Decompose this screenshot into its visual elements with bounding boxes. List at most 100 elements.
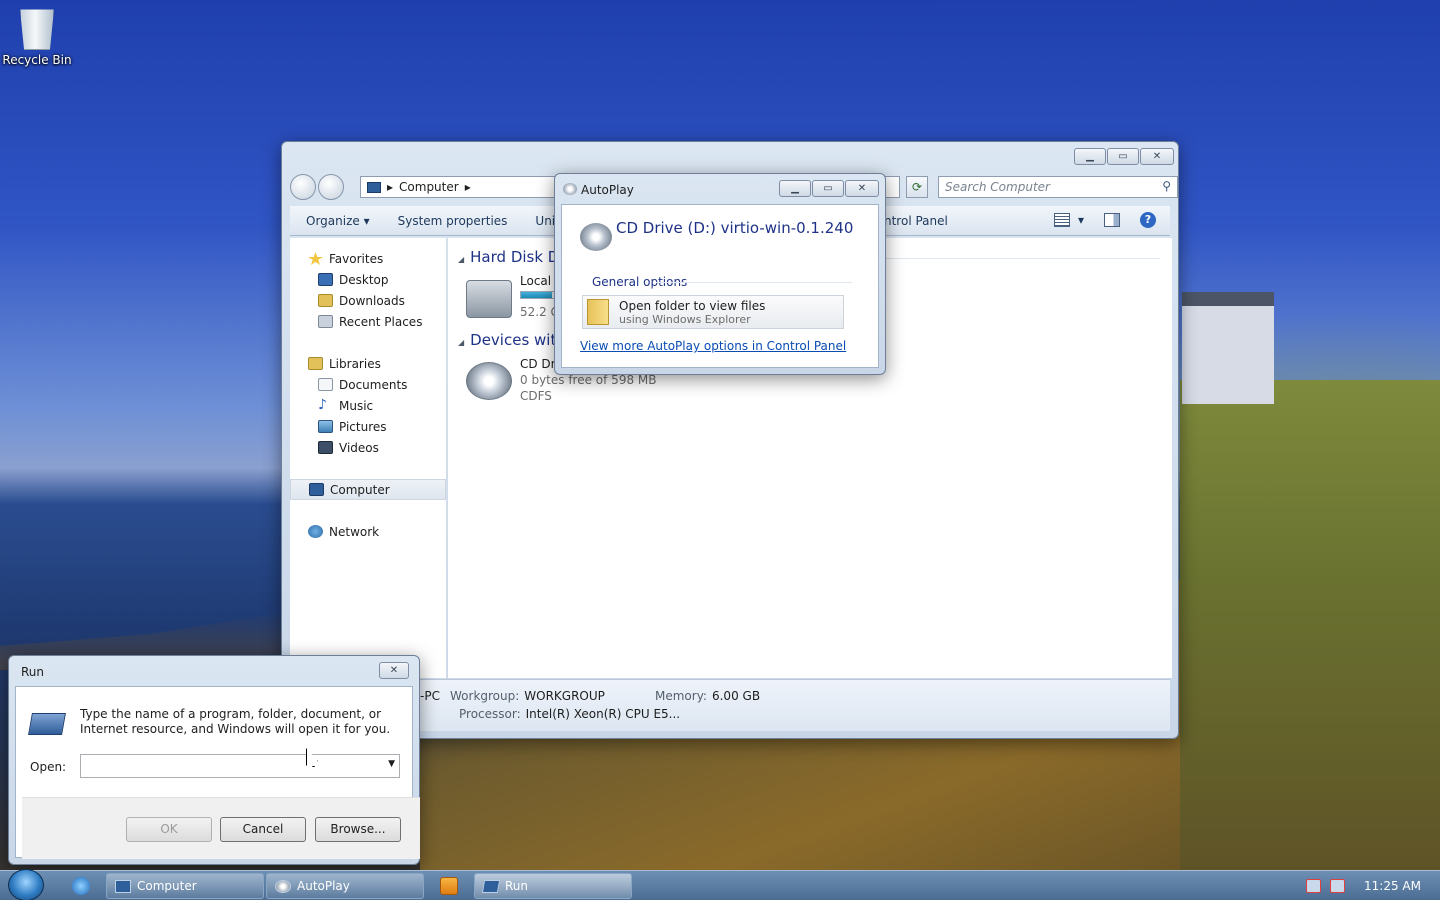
recent-places-icon	[318, 315, 333, 328]
taskbar-item-run[interactable]: Run	[474, 873, 632, 899]
change-view-button[interactable]: ▾	[1053, 213, 1084, 227]
sidebar-item-pictures[interactable]: Pictures	[290, 416, 446, 437]
cd-drive-icon[interactable]	[466, 362, 512, 400]
explorer-caption-buttons: ▁ ▭ ✕	[1074, 148, 1174, 165]
computer-icon	[309, 483, 324, 496]
recycle-bin-desktop-icon[interactable]: Recycle Bin	[2, 4, 72, 67]
chevron-down-icon: ▾	[1077, 213, 1084, 227]
breadcrumb-chevron-icon[interactable]: ▸	[465, 180, 471, 194]
search-input[interactable]: Search Computer ⚲	[938, 176, 1178, 198]
memory-value: 6.00 GB	[711, 689, 761, 703]
close-button[interactable]: ✕	[1140, 148, 1174, 165]
refresh-button[interactable]: ⟳	[906, 176, 928, 198]
sidebar-item-downloads[interactable]: Downloads	[290, 290, 446, 311]
sidebar-item-network[interactable]: Network	[290, 521, 446, 542]
processor-label: Processor:	[459, 707, 521, 721]
ok-button[interactable]: OK	[126, 817, 212, 842]
computer-name-suffix: -PC	[420, 689, 440, 703]
sidebar-item-desktop[interactable]: Desktop	[290, 269, 446, 290]
open-folder-option[interactable]: Open folder to view files using Windows …	[582, 295, 844, 329]
autoplay-caption-buttons: ▁ ▭ ✕	[779, 180, 879, 197]
run-icon	[481, 879, 501, 893]
desktop-icon	[318, 273, 333, 286]
sidebar-item-label: Recent Places	[339, 314, 423, 329]
system-clock[interactable]: 11:25 AM	[1364, 879, 1421, 893]
network-status-icon[interactable]	[1306, 879, 1321, 893]
local-disk-usage-bar	[520, 291, 556, 299]
cd-drive-filesystem: CDFS	[520, 389, 552, 403]
autoplay-window[interactable]: AutoPlay ▁ ▭ ✕ CD Drive (D:) virtio-win-…	[554, 173, 886, 375]
cd-icon	[275, 879, 291, 893]
navigation-pane: Favorites Desktop Downloads Recent Place…	[290, 238, 447, 678]
control-panel-button[interactable]: ntrol Panel	[884, 214, 948, 228]
sidebar-item-recent-places[interactable]: Recent Places	[290, 311, 446, 332]
processor-detail: Processor: Intel(R) Xeon(R) CPU E5...	[459, 707, 680, 721]
sidebar-item-videos[interactable]: Videos	[290, 437, 446, 458]
search-placeholder: Search Computer	[945, 180, 1050, 194]
taskbar-item-label: Computer	[137, 879, 197, 893]
cancel-button[interactable]: Cancel	[220, 817, 306, 842]
close-button[interactable]: ✕	[379, 662, 409, 679]
documents-icon	[318, 378, 333, 391]
volume-muted-icon[interactable]	[1330, 879, 1345, 893]
autoplay-drive-title: CD Drive (D:) virtio-win-0.1.240	[616, 219, 854, 237]
preview-pane-icon[interactable]	[1104, 213, 1120, 227]
minimize-button[interactable]: ▁	[779, 180, 811, 197]
view-icon	[1053, 213, 1070, 227]
pictures-icon	[318, 420, 333, 433]
sidebar-item-music[interactable]: ♪ Music	[290, 395, 446, 416]
close-button[interactable]: ✕	[845, 180, 879, 197]
help-icon[interactable]: ?	[1140, 212, 1156, 228]
organize-menu[interactable]: Organize ▾	[306, 214, 370, 228]
group-header-removable[interactable]: Devices with	[458, 331, 566, 349]
group-header-hard-disk[interactable]: Hard Disk Dr	[458, 248, 565, 266]
minimize-button[interactable]: ▁	[1074, 148, 1106, 165]
details-pane: -PC Workgroup: WORKGROUP Memory: 6.00 GB P…	[290, 679, 1170, 731]
run-icon	[28, 713, 66, 735]
taskbar: Computer AutoPlay Run 11:25 AM	[0, 869, 1440, 900]
sidebar-item-label: Documents	[339, 377, 408, 392]
dropdown-arrow-icon[interactable]: ▼	[388, 759, 395, 769]
run-caption-buttons: ✕	[379, 662, 409, 679]
sidebar-item-favorites[interactable]: Favorites	[290, 248, 446, 269]
sidebar-item-label: Desktop	[339, 272, 389, 287]
music-icon: ♪	[318, 397, 327, 413]
section-divider	[656, 282, 852, 283]
autoplay-control-panel-link[interactable]: View more AutoPlay options in Control Pa…	[580, 339, 846, 353]
run-dialog[interactable]: Run ✕ Type the name of a program, folder…	[8, 655, 420, 865]
wallpaper-hill	[1180, 380, 1440, 880]
maximize-button[interactable]: ▭	[812, 180, 844, 197]
browse-button[interactable]: Browse...	[315, 817, 401, 842]
videos-icon	[318, 441, 333, 454]
system-properties-button[interactable]: System properties	[398, 214, 508, 228]
forward-button[interactable]	[318, 174, 344, 200]
start-button[interactable]	[8, 869, 44, 900]
taskbar-item-autoplay[interactable]: AutoPlay	[266, 873, 424, 899]
internet-explorer-icon[interactable]	[72, 877, 90, 895]
run-description: Type the name of a program, folder, docu…	[80, 707, 391, 736]
search-icon[interactable]: ⚲	[1162, 179, 1171, 193]
breadcrumb-computer[interactable]: Computer	[399, 180, 459, 194]
open-folder-option-title: Open folder to view files	[619, 299, 766, 313]
maximize-button[interactable]: ▭	[1107, 148, 1139, 165]
sidebar-item-label: Computer	[330, 482, 390, 497]
taskbar-item-computer[interactable]: Computer	[106, 873, 264, 899]
sidebar-item-label: Videos	[339, 440, 379, 455]
network-icon	[308, 525, 323, 538]
open-combobox[interactable]: ▼	[80, 754, 400, 778]
sidebar-item-label: Pictures	[339, 419, 387, 434]
autoplay-body: CD Drive (D:) virtio-win-0.1.240 General…	[561, 204, 879, 368]
sidebar-item-documents[interactable]: Documents	[290, 374, 446, 395]
autoplay-title: AutoPlay	[581, 183, 634, 197]
hard-disk-icon[interactable]	[466, 280, 512, 318]
cd-drive-free-space: 0 bytes free of 598 MB	[520, 373, 657, 387]
run-title: Run	[21, 665, 45, 679]
sidebar-item-libraries[interactable]: Libraries	[290, 353, 446, 374]
back-button[interactable]	[290, 174, 316, 200]
sidebar-item-computer[interactable]: Computer	[290, 479, 446, 500]
media-player-icon[interactable]	[440, 877, 458, 895]
downloads-folder-icon	[318, 294, 333, 307]
sidebar-item-label: Network	[329, 524, 380, 539]
open-label: Open:	[30, 760, 67, 774]
memory-label: Memory:	[655, 689, 707, 703]
